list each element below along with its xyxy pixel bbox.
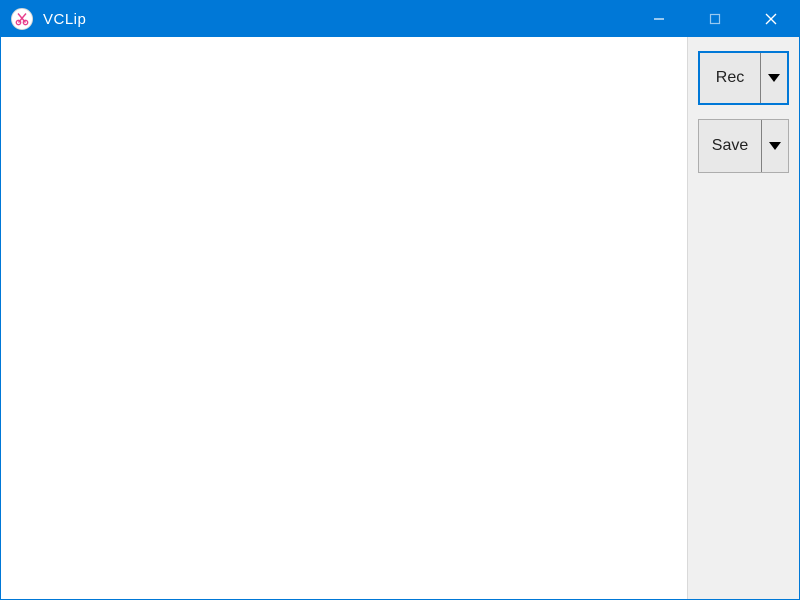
record-button-label: Rec <box>700 53 761 103</box>
app-window: VCLip Rec <box>0 0 800 600</box>
minimize-button[interactable] <box>631 1 687 37</box>
record-dropdown[interactable] <box>761 53 787 103</box>
client-area: Rec Save <box>1 37 799 599</box>
maximize-button[interactable] <box>687 1 743 37</box>
app-icon <box>11 8 33 30</box>
close-button[interactable] <box>743 1 799 37</box>
minimize-icon <box>653 13 665 25</box>
recording-canvas[interactable] <box>1 37 687 599</box>
record-button[interactable]: Rec <box>698 51 789 105</box>
save-button[interactable]: Save <box>698 119 789 173</box>
save-button-label: Save <box>699 120 762 172</box>
window-title: VCLip <box>43 11 86 28</box>
save-dropdown[interactable] <box>762 120 788 172</box>
title-bar[interactable]: VCLip <box>1 1 799 37</box>
side-toolbar: Rec Save <box>687 37 799 599</box>
chevron-down-icon <box>769 142 781 150</box>
maximize-icon <box>709 13 721 25</box>
chevron-down-icon <box>768 74 780 82</box>
close-icon <box>765 13 777 25</box>
